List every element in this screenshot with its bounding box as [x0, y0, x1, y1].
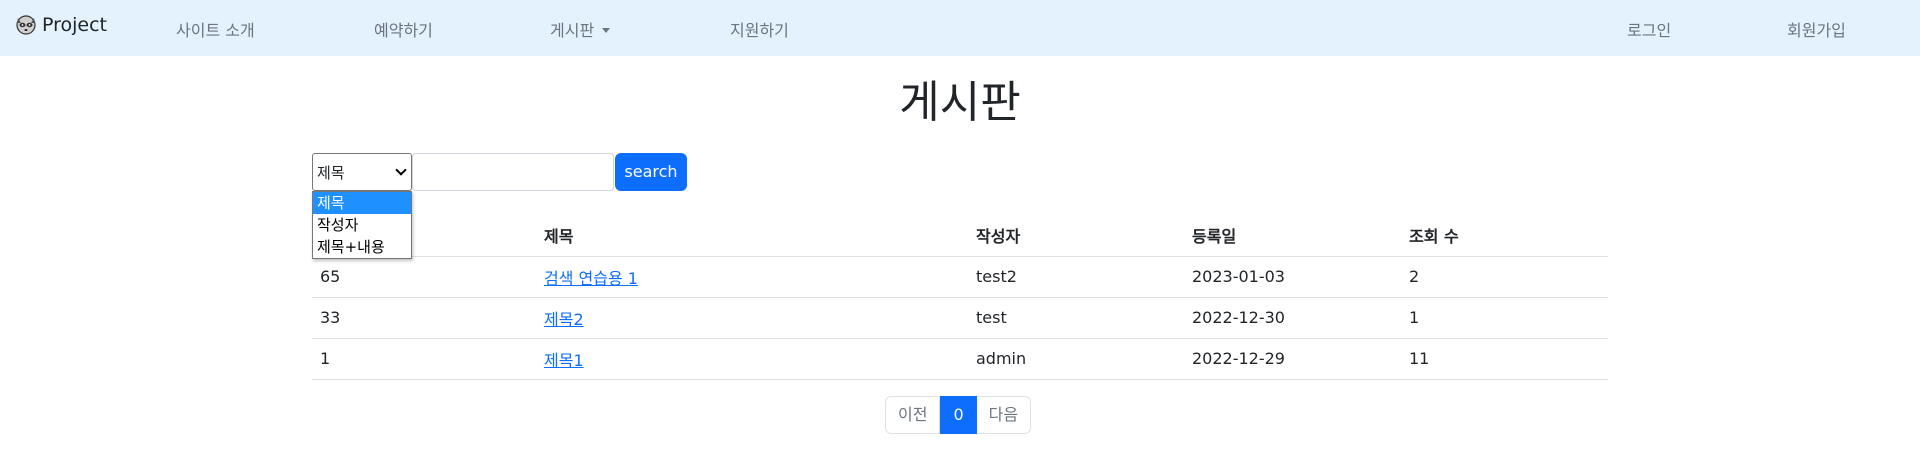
row-views: 1 [1401, 297, 1608, 339]
row-views: 11 [1401, 338, 1608, 380]
header-date: 등록일 [1184, 214, 1401, 257]
search-type-value: 제목 [317, 163, 345, 182]
post-title-link[interactable]: 제목1 [544, 351, 584, 370]
row-author: test [968, 297, 1184, 339]
page-title: 게시판 [899, 77, 1021, 128]
pagination-current-page[interactable]: 0 [940, 396, 977, 434]
row-author: test2 [968, 256, 1184, 298]
pagination-prev[interactable]: 이전 [885, 396, 941, 434]
row-no: 33 [312, 297, 536, 339]
chevron-down-icon [395, 164, 407, 176]
pagination-next[interactable]: 다음 [976, 396, 1032, 434]
nav-signup-link[interactable]: 회원가입 [1787, 17, 1846, 41]
row-no: 1 [312, 338, 536, 380]
nav-board-label: 게시판 [550, 21, 595, 40]
search-button[interactable]: search [615, 153, 687, 191]
caret-down-icon [602, 28, 611, 33]
row-author: admin [968, 338, 1184, 380]
search-option-title-content[interactable]: 제목+내용 [313, 236, 411, 258]
table-header-row: 제목 작성자 등록일 조회 수 [312, 214, 1608, 257]
row-date: 2023-01-03 [1184, 256, 1401, 298]
row-title-cell: 제목1 [536, 338, 968, 380]
brand-link[interactable]: Project [14, 12, 107, 38]
header-author: 작성자 [968, 214, 1184, 257]
brand-label: Project [42, 14, 108, 36]
row-title-cell: 제목2 [536, 297, 968, 339]
search-type-select[interactable]: 제목 [312, 153, 412, 191]
table-row: 1 제목1 admin 2022-12-29 11 [312, 338, 1608, 380]
post-title-link[interactable]: 검색 연습용 1 [544, 269, 638, 288]
row-views: 2 [1401, 256, 1608, 298]
table-row: 65 검색 연습용 1 test2 2023-01-03 2 [312, 256, 1608, 298]
nav-about-link[interactable]: 사이트 소개 [176, 17, 255, 41]
board-table: 제목 작성자 등록일 조회 수 65 검색 연습용 1 test2 2023-0… [312, 214, 1608, 380]
header-title: 제목 [536, 214, 968, 257]
row-no: 65 [312, 256, 536, 298]
nav-board-dropdown[interactable]: 게시판 [550, 17, 611, 41]
raccoon-logo-icon [16, 15, 36, 35]
search-option-author[interactable]: 작성자 [313, 214, 411, 236]
search-type-options: 제목 작성자 제목+내용 [312, 191, 412, 259]
nav-login-link[interactable]: 로그인 [1627, 17, 1671, 41]
search-option-title[interactable]: 제목 [313, 192, 411, 214]
nav-apply-link[interactable]: 지원하기 [730, 17, 789, 41]
pagination: 이전 0 다음 [885, 396, 1032, 434]
post-title-link[interactable]: 제목2 [544, 310, 584, 329]
row-date: 2022-12-29 [1184, 338, 1401, 380]
top-navbar: Project 사이트 소개 예약하기 게시판 지원하기 로그인 회원가입 [0, 0, 1920, 56]
nav-reserve-link[interactable]: 예약하기 [374, 17, 433, 41]
table-row: 33 제목2 test 2022-12-30 1 [312, 297, 1608, 339]
search-input[interactable] [412, 153, 614, 191]
row-date: 2022-12-30 [1184, 297, 1401, 339]
row-title-cell: 검색 연습용 1 [536, 256, 968, 298]
header-views: 조회 수 [1401, 214, 1608, 257]
